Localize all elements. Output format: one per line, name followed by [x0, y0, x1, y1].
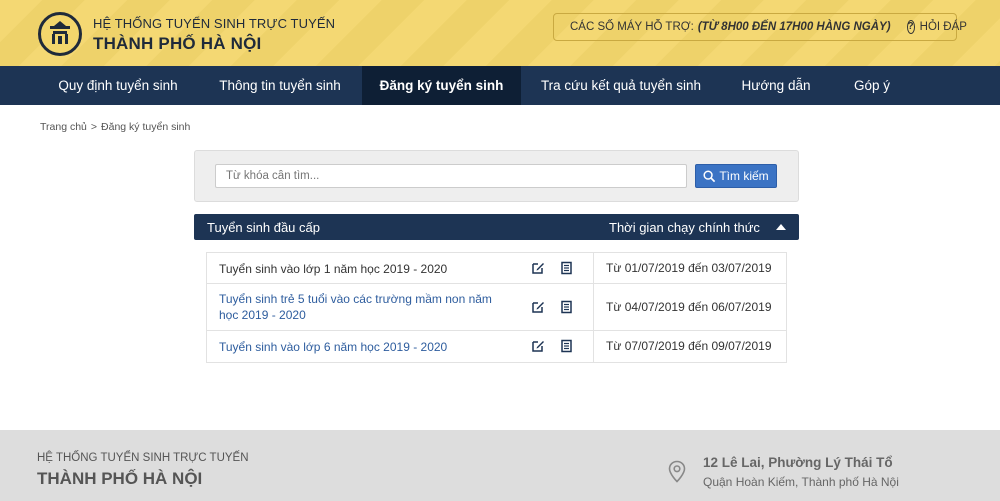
- table-header[interactable]: Tuyển sinh đầu cấp Thời gian chạy chính …: [194, 214, 799, 240]
- breadcrumb-separator: >: [90, 121, 98, 133]
- search-icon: [703, 169, 716, 182]
- table-row: Tuyển sinh vào lớp 1 năm học 2019 - 2020…: [207, 253, 786, 284]
- footer-address-line2: Quận Hoàn Kiếm, Thành phố Hà Nội: [703, 475, 899, 489]
- brand-subtitle: HỆ THỐNG TUYỂN SINH TRỰC TUYẾN: [93, 16, 336, 31]
- row-title[interactable]: Tuyển sinh vào lớp 6 năm học 2019 - 2020: [219, 339, 509, 355]
- map-pin-icon: [668, 460, 686, 483]
- nav-item-tra-cuu[interactable]: Tra cứu kết quả tuyển sinh: [528, 66, 714, 105]
- table-row: Tuyển sinh trẻ 5 tuổi vào các trường mầm…: [207, 284, 786, 331]
- row-period: Từ 04/07/2019 đến 06/07/2019: [606, 300, 772, 314]
- search-button-label: Tìm kiếm: [719, 169, 769, 183]
- brand-title[interactable]: THÀNH PHỐ HÀ NỘI: [93, 34, 261, 54]
- edit-icon[interactable]: [531, 261, 545, 275]
- support-label: CÁC SỐ MÁY HỖ TRỢ:: [570, 21, 694, 33]
- document-icon[interactable]: [559, 300, 573, 314]
- faq-link[interactable]: HỎI ĐÁP: [920, 21, 967, 33]
- site-header: HỆ THỐNG TUYỂN SINH TRỰC TUYẾN THÀNH PHỐ…: [0, 0, 1000, 66]
- support-hours: (TỪ 8H00 ĐẾN 17H00 HÀNG NGÀY): [697, 21, 891, 33]
- hanoi-emblem-icon[interactable]: [38, 12, 82, 56]
- nav-item-dang-ky[interactable]: Đăng ký tuyển sinh: [362, 66, 521, 105]
- row-divider: [593, 253, 594, 283]
- question-circle-icon[interactable]: ?: [906, 20, 915, 34]
- table-row: Tuyển sinh vào lớp 6 năm học 2019 - 2020…: [207, 331, 786, 362]
- search-input[interactable]: [215, 164, 687, 188]
- nav-item-quy-dinh[interactable]: Quy định tuyển sinh: [40, 66, 196, 105]
- breadcrumb-current: Đăng ký tuyển sinh: [101, 121, 191, 133]
- search-button[interactable]: Tìm kiếm: [695, 164, 777, 188]
- nav-item-gop-y[interactable]: Góp ý: [838, 66, 906, 105]
- edit-icon[interactable]: [531, 339, 545, 353]
- footer-address-line1: 12 Lê Lai, Phường Lý Thái Tổ: [703, 455, 893, 470]
- row-divider: [593, 331, 594, 362]
- site-footer: HỆ THỐNG TUYỂN SINH TRỰC TUYẾN THÀNH PHỐ…: [0, 430, 1000, 501]
- nav-item-huong-dan[interactable]: Hướng dẫn: [726, 66, 826, 105]
- registration-list: Tuyển sinh vào lớp 1 năm học 2019 - 2020…: [206, 252, 787, 363]
- table-header-period: Thời gian chạy chính thức: [609, 220, 760, 235]
- row-period: Từ 01/07/2019 đến 03/07/2019: [606, 261, 772, 275]
- document-icon[interactable]: [559, 339, 573, 353]
- nav-item-thong-tin[interactable]: Thông tin tuyển sinh: [202, 66, 358, 105]
- support-bar: CÁC SỐ MÁY HỖ TRỢ: (TỪ 8H00 ĐẾN 17H00 HÀ…: [553, 13, 967, 41]
- row-period: Từ 07/07/2019 đến 09/07/2019: [606, 339, 772, 353]
- caret-up-icon[interactable]: [776, 224, 786, 230]
- footer-brand-title: THÀNH PHỐ HÀ NỘI: [37, 469, 203, 488]
- row-title[interactable]: Tuyển sinh trẻ 5 tuổi vào các trường mầm…: [219, 291, 509, 323]
- document-icon[interactable]: [559, 261, 573, 275]
- row-title[interactable]: Tuyển sinh vào lớp 1 năm học 2019 - 2020: [219, 261, 509, 277]
- row-divider: [593, 284, 594, 330]
- table-header-title: Tuyển sinh đầu cấp: [207, 220, 320, 235]
- main-nav: Quy định tuyển sinh Thông tin tuyển sinh…: [0, 66, 1000, 105]
- footer-brand-subtitle: HỆ THỐNG TUYỂN SINH TRỰC TUYẾN: [37, 452, 249, 464]
- edit-icon[interactable]: [531, 300, 545, 314]
- breadcrumb: Trang chủ > Đăng ký tuyển sinh: [40, 121, 190, 133]
- breadcrumb-home[interactable]: Trang chủ: [40, 121, 87, 133]
